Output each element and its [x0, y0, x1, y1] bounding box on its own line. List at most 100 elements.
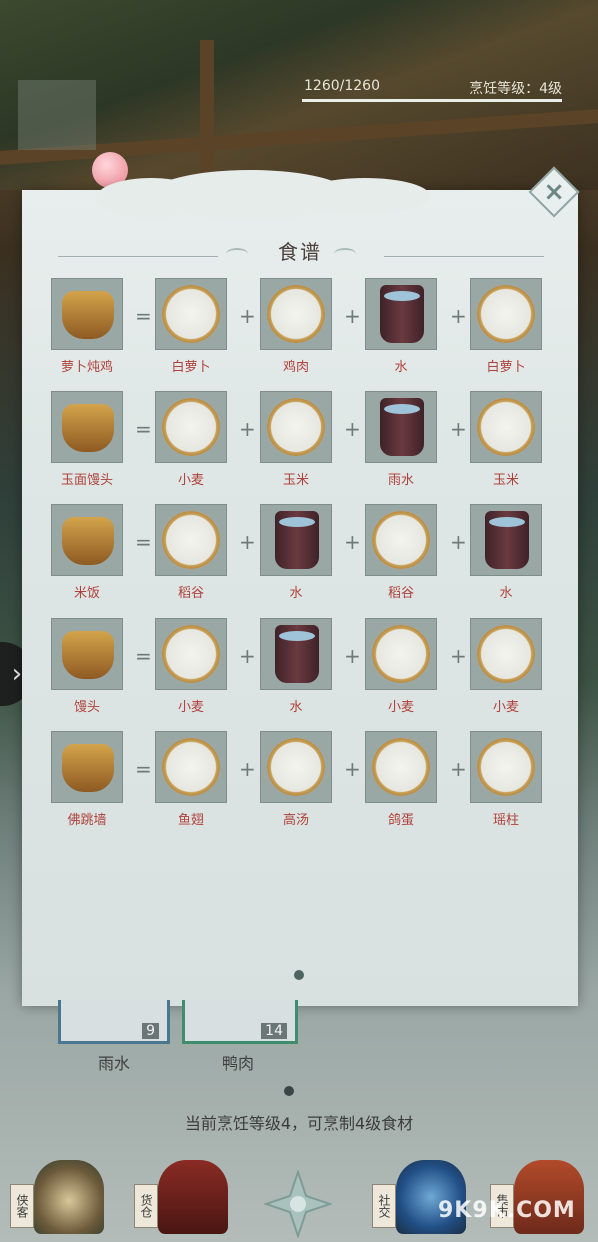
ingredient-label: 水 [394, 360, 408, 375]
panel-title: 食谱 [278, 240, 322, 264]
ingredient-slot[interactable] [155, 731, 227, 803]
ingredient-slot[interactable] [365, 731, 437, 803]
plus-sign: + [239, 644, 256, 668]
equals-sign: = [135, 417, 152, 441]
ingredient-slot[interactable] [260, 278, 332, 350]
ingredient-label: 水 [289, 586, 303, 601]
recipe-result-label: 萝卜炖鸡 [60, 360, 113, 375]
ingredient-slot[interactable] [155, 504, 227, 576]
plate-icon [267, 398, 325, 456]
inventory-count: 9 [142, 1023, 159, 1039]
cooking-skill-bar: 1260/1260 烹饪等级：4级 [292, 74, 572, 102]
equals-sign: = [135, 644, 152, 668]
nav-label: 货仓 [134, 1184, 158, 1228]
wave-ornament [226, 248, 248, 260]
ingredient-slot[interactable] [260, 731, 332, 803]
nav-xiake[interactable]: 侠客 [4, 1152, 114, 1238]
ingredient-slot[interactable] [470, 731, 542, 803]
ingredient-label: 玉米 [492, 473, 519, 488]
recipe-result-label: 玉面馒头 [60, 473, 113, 488]
ingredient-slot[interactable] [155, 278, 227, 350]
recipe-row: 萝卜炖鸡 白萝卜 鸡肉 水 白萝卜 = + + + [0, 278, 598, 388]
bucket-icon [275, 511, 319, 569]
inventory-card[interactable]: 14 [182, 1000, 298, 1044]
ingredient-slot[interactable] [260, 504, 332, 576]
cook-level-text: 烹饪等级：4级 [469, 81, 562, 97]
ingredient-label: 小麦 [387, 700, 414, 715]
recipe-row: 佛跳墙 鱼翅 高汤 鸽蛋 瑶柱 = + + + [0, 731, 598, 841]
inventory-card[interactable]: 9 [58, 1000, 170, 1044]
center-ornament-icon[interactable] [262, 1168, 334, 1240]
plate-icon [162, 511, 220, 569]
bowl-icon [62, 404, 114, 452]
ingredient-slot[interactable] [155, 618, 227, 690]
bucket-icon [380, 285, 424, 343]
plus-sign: + [344, 417, 361, 441]
inventory-name: 雨水 [97, 1054, 130, 1073]
ingredient-label: 鸡肉 [282, 360, 309, 375]
recipe-result-slot[interactable] [51, 391, 123, 463]
bucket-icon [485, 511, 529, 569]
plus-sign: + [239, 417, 256, 441]
plate-icon [477, 738, 535, 796]
bottom-nav: 侠客 货仓 社交 集市 [0, 1142, 598, 1242]
nav-social[interactable]: 社交 [366, 1152, 476, 1238]
page-dot[interactable] [294, 970, 304, 980]
ingredient-label: 稻谷 [177, 586, 204, 601]
ingredient-label: 水 [289, 700, 303, 715]
plate-icon [162, 738, 220, 796]
nav-label: 社交 [372, 1184, 396, 1228]
ingredient-slot[interactable] [365, 618, 437, 690]
plus-sign: + [450, 417, 467, 441]
plus-sign: + [344, 304, 361, 328]
recipe-result-slot[interactable] [51, 731, 123, 803]
ingredient-label: 小麦 [177, 473, 204, 488]
plate-icon [372, 511, 430, 569]
bowl-icon [62, 517, 114, 565]
ingredient-label: 小麦 [492, 700, 519, 715]
plate-icon [477, 398, 535, 456]
recipe-result-label: 米饭 [73, 586, 100, 601]
recipe-row: 玉面馒头 小麦 玉米 雨水 玉米 = + + + [0, 391, 598, 501]
bucket-icon [380, 398, 424, 456]
pager-dot[interactable] [284, 1086, 294, 1096]
recipe-row: 米饭 稻谷 水 稻谷 水 = + + + [0, 504, 598, 614]
nav-market[interactable]: 集市 [484, 1152, 594, 1238]
equals-sign: = [135, 757, 152, 781]
warehouse-icon [158, 1160, 228, 1234]
recipe-result-label: 馒头 [73, 700, 100, 715]
title-divider-left [58, 256, 218, 257]
plus-sign: + [239, 304, 256, 328]
recipe-result-slot[interactable] [51, 504, 123, 576]
recipe-result-slot[interactable] [51, 618, 123, 690]
bowl-icon [62, 744, 114, 792]
title-divider-right [384, 256, 544, 257]
ingredient-slot[interactable] [155, 391, 227, 463]
skill-progress-fill [302, 99, 562, 102]
bowl-icon [62, 291, 114, 339]
ingredient-slot[interactable] [365, 278, 437, 350]
ingredient-slot[interactable] [260, 618, 332, 690]
ingredient-slot[interactable] [470, 391, 542, 463]
ingredient-slot[interactable] [365, 391, 437, 463]
ingredient-label: 雨水 [387, 473, 414, 488]
ingredient-slot[interactable] [470, 618, 542, 690]
plate-icon [162, 625, 220, 683]
recipe-result-slot[interactable] [51, 278, 123, 350]
ingredient-slot[interactable] [470, 278, 542, 350]
hat-icon [34, 1160, 104, 1234]
ingredient-label: 稻谷 [387, 586, 414, 601]
bucket-icon [275, 625, 319, 683]
plate-icon [477, 285, 535, 343]
recipe-result-label: 佛跳墙 [67, 813, 107, 828]
ingredient-label: 鸽蛋 [387, 813, 414, 828]
ingredient-label: 玉米 [282, 473, 309, 488]
nav-warehouse[interactable]: 货仓 [128, 1152, 238, 1238]
inventory-name: 鸭肉 [221, 1054, 254, 1073]
nav-label: 侠客 [10, 1184, 34, 1228]
close-icon: × [538, 181, 569, 203]
ingredient-slot[interactable] [365, 504, 437, 576]
ingredient-slot[interactable] [260, 391, 332, 463]
ingredient-slot[interactable] [470, 504, 542, 576]
plus-sign: + [344, 530, 361, 554]
